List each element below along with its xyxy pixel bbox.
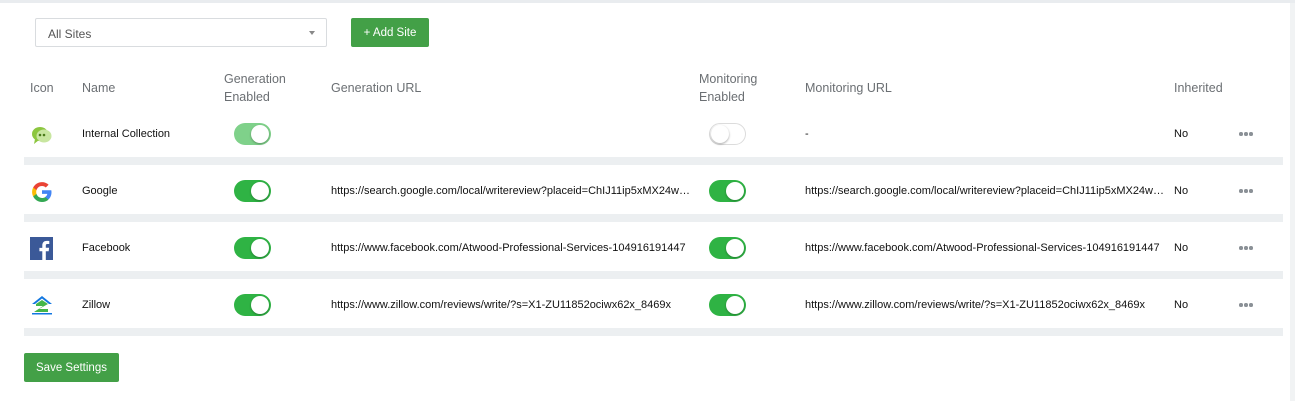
inherited-value: No xyxy=(1174,242,1189,254)
monitoring-url: https://search.google.com/local/writerev… xyxy=(805,185,1165,197)
row-name: Internal Collection xyxy=(82,128,171,140)
row-divider xyxy=(24,328,1283,336)
row-menu-icon[interactable] xyxy=(1239,243,1255,253)
monitoring-url: https://www.zillow.com/reviews/write/?s=… xyxy=(805,299,1146,311)
generation-enabled-toggle[interactable] xyxy=(234,294,271,316)
row-menu-icon[interactable] xyxy=(1239,300,1255,310)
row-name: Facebook xyxy=(82,242,131,254)
header-generation-enabled: Generation Enabled xyxy=(224,70,286,106)
inherited-value: No xyxy=(1174,128,1189,140)
generation-enabled-toggle[interactable] xyxy=(234,237,271,259)
inherited-value: No xyxy=(1174,185,1189,197)
row-name: Zillow xyxy=(82,299,111,311)
header-monitoring-line1: Monitoring xyxy=(699,72,758,86)
monitoring-enabled-toggle[interactable] xyxy=(709,180,746,202)
add-site-button[interactable]: + Add Site xyxy=(351,18,429,47)
monitoring-enabled-toggle[interactable] xyxy=(709,294,746,316)
site-filter-value: All Sites xyxy=(48,27,92,41)
monitoring-enabled-toggle[interactable] xyxy=(709,237,746,259)
header-monitoring-line2: Enabled xyxy=(699,90,745,104)
generation-url: https://search.google.com/local/writerev… xyxy=(331,185,691,197)
header-monitoring-url: Monitoring URL xyxy=(805,81,892,95)
google-icon xyxy=(32,182,52,202)
chat-bubbles-icon xyxy=(32,127,52,144)
monitoring-enabled-toggle[interactable] xyxy=(709,123,746,145)
generation-enabled-toggle[interactable] xyxy=(234,180,271,202)
header-generation-line2: Enabled xyxy=(224,90,270,104)
row-divider xyxy=(24,271,1283,279)
row-menu-icon[interactable] xyxy=(1239,186,1255,196)
monitoring-url: https://www.facebook.com/Atwood-Professi… xyxy=(805,242,1160,254)
row-divider xyxy=(24,214,1283,222)
row-name: Google xyxy=(82,185,118,197)
chevron-down-icon xyxy=(309,31,315,35)
header-monitoring-enabled: Monitoring Enabled xyxy=(699,70,757,106)
site-filter-select[interactable]: All Sites xyxy=(35,18,327,47)
zillow-icon xyxy=(32,296,52,315)
header-inherited: Inherited xyxy=(1174,81,1223,95)
header-generation-line1: Generation xyxy=(224,72,286,86)
facebook-icon xyxy=(30,237,53,260)
save-settings-button[interactable]: Save Settings xyxy=(24,353,119,382)
header-icon: Icon xyxy=(30,81,54,95)
monitoring-url: - xyxy=(805,128,809,140)
generation-url: https://www.zillow.com/reviews/write/?s=… xyxy=(331,299,672,311)
row-divider xyxy=(24,157,1283,165)
inherited-value: No xyxy=(1174,299,1189,311)
settings-panel: All Sites + Add Site Icon Name Generatio… xyxy=(0,3,1290,401)
generation-enabled-toggle[interactable] xyxy=(234,123,271,145)
header-generation-url: Generation URL xyxy=(331,81,422,95)
header-name: Name xyxy=(82,81,116,95)
generation-url: https://www.facebook.com/Atwood-Professi… xyxy=(331,242,686,254)
row-menu-icon[interactable] xyxy=(1239,129,1255,139)
